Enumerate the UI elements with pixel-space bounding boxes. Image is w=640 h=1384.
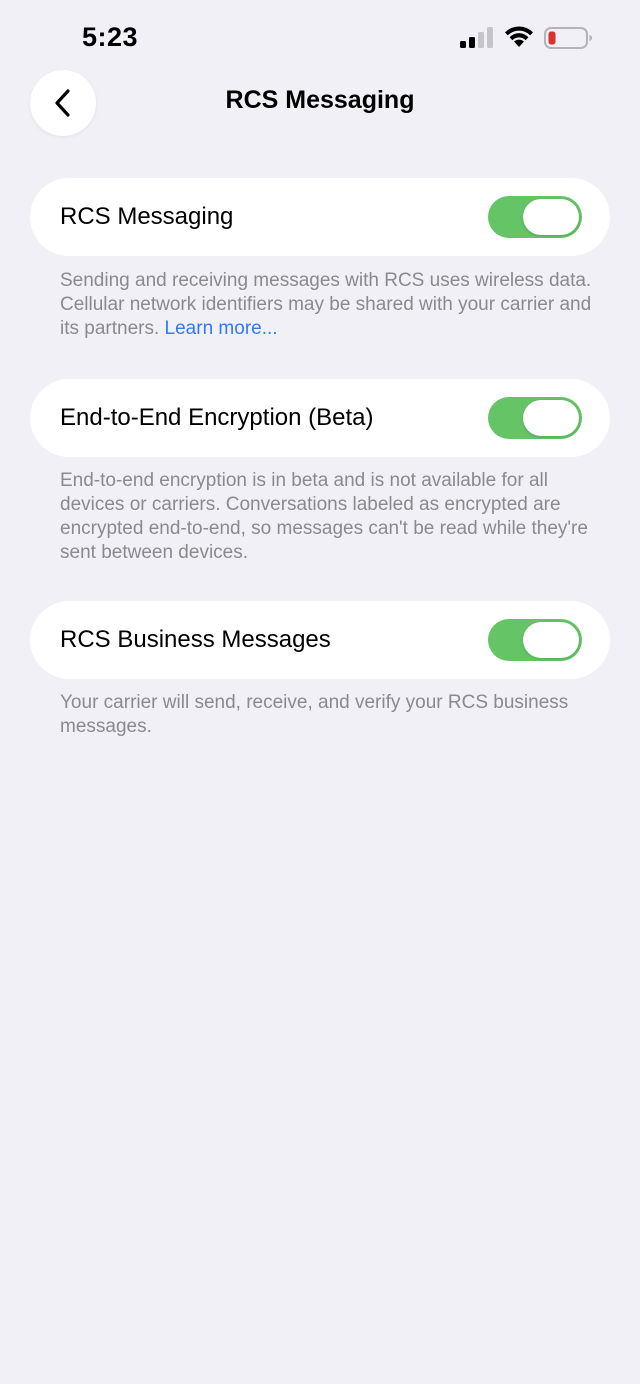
toggle-knob [523, 400, 579, 436]
rcs-business-messages-label: RCS Business Messages [60, 626, 331, 653]
toggle-knob [523, 622, 579, 658]
battery-low-icon [544, 27, 592, 49]
rcs-messaging-footnote: Sending and receiving messages with RCS … [60, 269, 600, 341]
rcs-business-messages-footnote: Your carrier will send, receive, and ver… [60, 692, 569, 737]
rcs-messaging-row: RCS Messaging [30, 178, 610, 256]
page-title: RCS Messaging [225, 86, 415, 114]
rcs-messaging-toggle[interactable] [488, 196, 582, 238]
cellular-signal-icon [460, 27, 493, 48]
rcs-business-messages-row: RCS Business Messages [30, 601, 610, 679]
toggle-knob [523, 199, 579, 235]
rcs-messaging-label: RCS Messaging [60, 203, 234, 230]
rcs-messaging-footnote-text: Sending and receiving messages with RCS … [60, 270, 592, 339]
rcs-business-messages-toggle[interactable] [488, 619, 582, 661]
end-to-end-encryption-row: End-to-End Encryption (Beta) [30, 379, 610, 457]
status-bar: 5:23 [0, 0, 640, 70]
rcs-messaging-screen: 5:23 RCS Messaging RCS Messaging Sending… [0, 0, 640, 1384]
end-to-end-encryption-toggle[interactable] [488, 397, 582, 439]
end-to-end-encryption-label: End-to-End Encryption (Beta) [60, 404, 374, 431]
wifi-icon [505, 26, 533, 47]
status-time: 5:23 [82, 22, 139, 52]
end-to-end-encryption-footnote: End-to-end encryption is in beta and is … [60, 470, 588, 563]
learn-more-link[interactable]: Learn more... [165, 318, 278, 339]
